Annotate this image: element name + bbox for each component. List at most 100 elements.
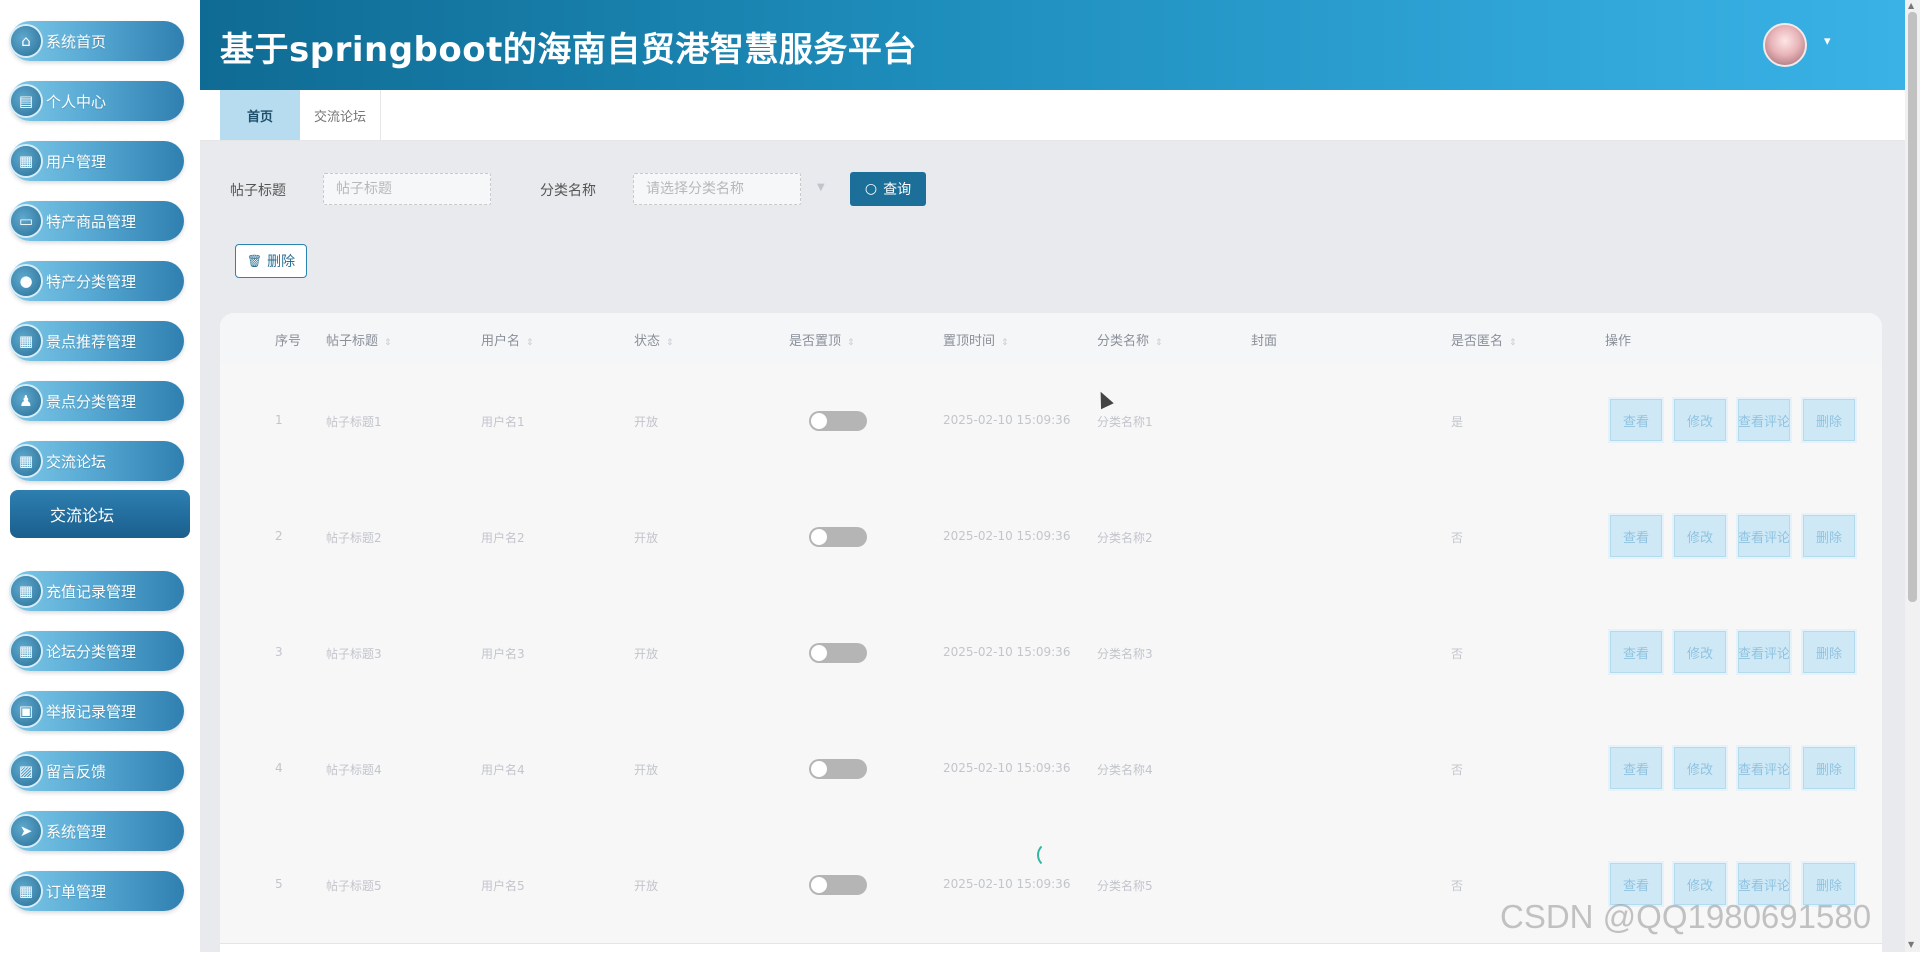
- sort-icon: ⇕: [1509, 338, 1517, 348]
- cell-username: 用户名4: [481, 763, 525, 777]
- edit-button[interactable]: 修改: [1674, 631, 1726, 673]
- grid-icon: ▦: [11, 576, 41, 606]
- cell-pin-time: 2025-02-10 15:09:36: [943, 529, 1071, 543]
- app-title: 基于springboot的海南自贸港智慧服务平台: [220, 30, 917, 70]
- sidebar-item-10[interactable]: ▣ 举报记录管理: [10, 691, 184, 731]
- cell-index: 2: [275, 529, 283, 543]
- view-button[interactable]: 查看: [1610, 747, 1662, 789]
- view-button[interactable]: 查看: [1610, 515, 1662, 557]
- title-search-input[interactable]: [323, 173, 491, 205]
- page-scrollbar[interactable]: ▲ ▼: [1905, 0, 1920, 952]
- sidebar-item-label: 特产商品管理: [46, 212, 137, 231]
- pinned-toggle[interactable]: [809, 759, 867, 779]
- column-header-pinned[interactable]: 是否置顶 ⇕: [789, 330, 855, 349]
- sidebar-item-6[interactable]: ♟ 景点分类管理: [10, 381, 184, 421]
- trash-icon: 🗑: [246, 254, 263, 268]
- pinned-toggle[interactable]: [809, 527, 867, 547]
- clipboard-icon: ▨: [11, 756, 41, 786]
- pinned-toggle[interactable]: [809, 875, 867, 895]
- cell-status: 开放: [634, 763, 659, 777]
- cell-status: 开放: [634, 415, 659, 429]
- column-header-title[interactable]: 帖子标题 ⇕: [326, 330, 392, 349]
- sidebar-item-4[interactable]: ● 特产分类管理: [10, 261, 184, 301]
- pinned-toggle[interactable]: [809, 411, 867, 431]
- category-select[interactable]: [633, 173, 801, 205]
- briefcase-icon: ▣: [11, 696, 41, 726]
- avatar-icon[interactable]: [1763, 23, 1807, 67]
- delete-row-button[interactable]: 删除: [1803, 399, 1855, 441]
- sidebar-item-7[interactable]: ▦ 交流论坛: [10, 441, 184, 481]
- sort-icon: ⇕: [526, 338, 534, 348]
- chevron-down-icon[interactable]: ▾: [1824, 34, 1831, 49]
- tab-forum[interactable]: 交流论坛: [300, 90, 381, 140]
- category-search-label: 分类名称: [540, 183, 596, 199]
- batch-delete-button[interactable]: 🗑 删除: [235, 244, 307, 278]
- sidebar-item-11[interactable]: ▨ 留言反馈: [10, 751, 184, 791]
- sort-icon: ⇕: [666, 338, 674, 348]
- column-header-actions: 操作: [1605, 334, 1632, 349]
- edit-button[interactable]: 修改: [1674, 747, 1726, 789]
- sidebar-item-8[interactable]: ▦ 充值记录管理: [10, 571, 184, 611]
- sidebar-item-label: 订单管理: [46, 882, 107, 901]
- sidebar-item-label: 举报记录管理: [46, 702, 137, 721]
- delete-row-button[interactable]: 删除: [1803, 515, 1855, 557]
- view-comments-button[interactable]: 查看评论: [1738, 515, 1790, 557]
- view-comments-button[interactable]: 查看评论: [1738, 399, 1790, 441]
- cell-pin-time: 2025-02-10 15:09:36: [943, 645, 1071, 659]
- sidebar-item-label: 用户管理: [46, 152, 107, 171]
- sidebar-item-0[interactable]: ⌂ 系统首页: [10, 21, 184, 61]
- sidebar-subitem-forum[interactable]: 交流论坛: [10, 490, 190, 538]
- cell-status: 开放: [634, 879, 659, 893]
- grid-icon: ▦: [11, 146, 41, 176]
- sidebar-item-1[interactable]: ▤ 个人中心: [10, 81, 184, 121]
- sort-icon: ⇕: [1001, 338, 1009, 348]
- column-header-pin-time[interactable]: 置顶时间 ⇕: [943, 330, 1009, 349]
- sidebar-item-9[interactable]: ▦ 论坛分类管理: [10, 631, 184, 671]
- sidebar-item-12[interactable]: ➤ 系统管理: [10, 811, 184, 851]
- cell-username: 用户名2: [481, 531, 525, 545]
- sidebar-item-label: 系统管理: [46, 822, 107, 841]
- view-button[interactable]: 查看: [1610, 399, 1662, 441]
- sidebar-item-13[interactable]: ▦ 订单管理: [10, 871, 184, 911]
- view-comments-button[interactable]: 查看评论: [1738, 747, 1790, 789]
- sort-icon: ⇕: [1155, 338, 1163, 348]
- cell-category: 分类名称1: [1097, 415, 1153, 429]
- cell-index: 5: [275, 877, 283, 891]
- cell-anonymous: 是: [1451, 415, 1464, 429]
- sidebar-item-3[interactable]: ▭ 特产商品管理: [10, 201, 184, 241]
- sidebar-item-label: 充值记录管理: [46, 582, 137, 601]
- sidebar: ⌂ 系统首页 ▤ 个人中心 ▦ 用户管理 ▭ 特产商品管理 ● 特产分类管理 ▦ 景点推荐管理 ♟ 景点分…: [0, 0, 200, 952]
- cell-index: 3: [275, 645, 283, 659]
- scroll-down-icon[interactable]: ▼: [1908, 940, 1914, 949]
- delete-row-button[interactable]: 删除: [1803, 631, 1855, 673]
- user-icon: ♟: [11, 386, 41, 416]
- query-button[interactable]: ○ 查询: [850, 172, 926, 206]
- sidebar-item-label: 景点推荐管理: [46, 332, 137, 351]
- edit-button[interactable]: 修改: [1674, 399, 1726, 441]
- scroll-thumb[interactable]: [1908, 12, 1917, 602]
- sidebar-item-5[interactable]: ▦ 景点推荐管理: [10, 321, 184, 361]
- tab-home[interactable]: 首页: [220, 90, 300, 140]
- grid-icon: ▦: [11, 326, 41, 356]
- column-header-anonymous[interactable]: 是否匿名 ⇕: [1451, 330, 1517, 349]
- sidebar-item-label: 系统首页: [46, 32, 107, 51]
- pinned-toggle[interactable]: [809, 643, 867, 663]
- cell-category: 分类名称4: [1097, 763, 1153, 777]
- delete-row-button[interactable]: 删除: [1803, 747, 1855, 789]
- view-button[interactable]: 查看: [1610, 631, 1662, 673]
- edit-button[interactable]: 修改: [1674, 515, 1726, 557]
- column-header-status[interactable]: 状态 ⇕: [634, 330, 674, 349]
- scroll-up-icon[interactable]: ▲: [1908, 1, 1914, 10]
- cell-username: 用户名5: [481, 879, 525, 893]
- cell-category: 分类名称2: [1097, 531, 1153, 545]
- main-content: 帖子标题 分类名称 ▼ ○ 查询 🗑 删除 序号 帖子标题⇕ 用户名⇕ 状态⇕ …: [200, 141, 1905, 963]
- grid-icon: ▦: [11, 446, 41, 476]
- cell-index: 4: [275, 761, 283, 775]
- sidebar-item-2[interactable]: ▦ 用户管理: [10, 141, 184, 181]
- cell-category: 分类名称5: [1097, 879, 1153, 893]
- sidebar-item-label: 交流论坛: [46, 452, 107, 471]
- column-header-category[interactable]: 分类名称 ⇕: [1097, 330, 1163, 349]
- column-header-username[interactable]: 用户名 ⇕: [481, 330, 534, 349]
- view-comments-button[interactable]: 查看评论: [1738, 631, 1790, 673]
- chevron-down-icon[interactable]: ▼: [817, 182, 825, 193]
